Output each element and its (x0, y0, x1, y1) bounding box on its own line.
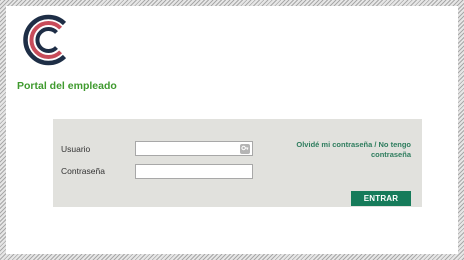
page-title: Portal del empleado (17, 80, 117, 92)
forgot-password-link[interactable]: Olvidé mi contraseña / No tengo contrase… (295, 140, 411, 160)
company-logo-icon (20, 12, 76, 68)
submit-button[interactable]: ENTRAR (351, 191, 411, 206)
password-input[interactable] (135, 164, 253, 179)
login-panel: Usuario Contraseña Olvidé mi contraseña … (53, 119, 422, 207)
key-icon[interactable] (240, 144, 250, 154)
username-label: Usuario (61, 144, 91, 154)
password-label: Contraseña (61, 166, 105, 176)
page-container: Portal del empleado Usuario Contraseña O… (6, 6, 458, 254)
username-input[interactable] (135, 141, 253, 156)
